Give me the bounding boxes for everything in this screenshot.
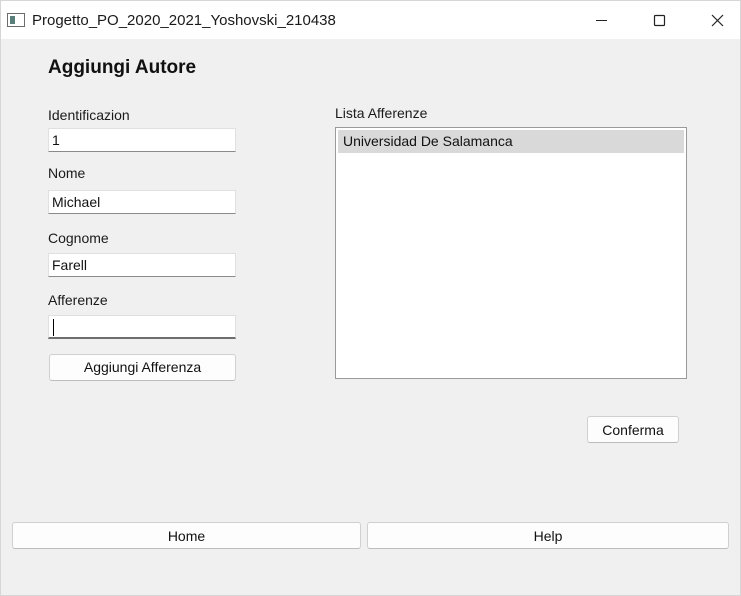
id-value: 1 (52, 132, 60, 148)
nome-field[interactable]: Michael (48, 190, 236, 214)
list-item[interactable]: Universidad De Salamanca (338, 130, 684, 153)
app-window: Progetto_PO_2020_2021_Yoshovski_210438 A… (0, 0, 741, 596)
affiliations-list[interactable]: Universidad De Salamanca (335, 127, 687, 379)
maximize-button[interactable] (630, 1, 688, 39)
afferenze-label: Afferenze (48, 292, 108, 308)
text-caret (53, 319, 54, 336)
cognome-field[interactable]: Farell (48, 253, 236, 277)
id-field[interactable]: 1 (48, 128, 236, 152)
close-button[interactable] (687, 1, 740, 39)
minimize-icon (596, 20, 607, 21)
nome-value: Michael (52, 194, 101, 210)
id-label: Identificazion (48, 107, 130, 123)
window-title: Progetto_PO_2020_2021_Yoshovski_210438 (32, 12, 336, 29)
cognome-label: Cognome (48, 230, 109, 246)
maximize-icon (653, 14, 666, 27)
home-button[interactable]: Home (12, 522, 361, 549)
help-button[interactable]: Help (367, 522, 729, 549)
minimize-button[interactable] (573, 1, 631, 39)
affiliations-list-label: Lista Afferenze (335, 105, 428, 121)
page-title: Aggiungi Autore (48, 57, 197, 78)
title-bar: Progetto_PO_2020_2021_Yoshovski_210438 (1, 1, 740, 39)
afferenze-field[interactable] (48, 315, 236, 339)
close-icon (711, 14, 724, 27)
confirm-button[interactable]: Conferma (587, 416, 679, 443)
app-icon (7, 13, 25, 27)
cognome-value: Farell (52, 257, 88, 273)
add-affiliation-button[interactable]: Aggiungi Afferenza (49, 354, 236, 381)
nome-label: Nome (48, 165, 86, 181)
